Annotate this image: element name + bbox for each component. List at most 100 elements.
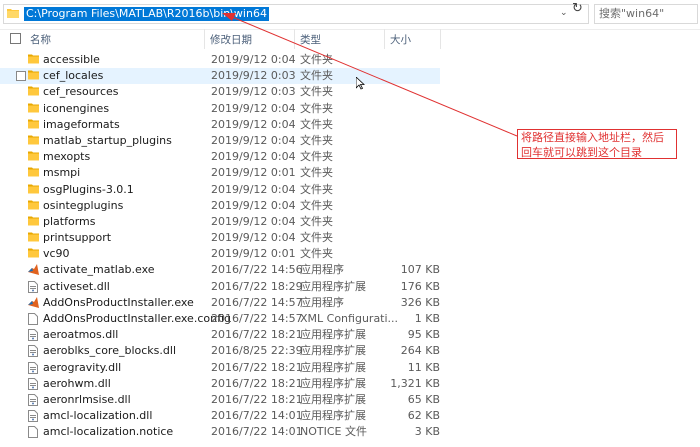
file-type: 文件夹 — [300, 85, 333, 99]
file-row[interactable]: vc90 2019/9/12 0:01 文件夹 — [0, 246, 700, 262]
folder-icon — [28, 200, 39, 212]
file-name[interactable]: amcl-localization.notice — [43, 425, 173, 439]
file-row[interactable]: amcl-localization.notice 2016/7/22 14:01 N… — [0, 424, 700, 440]
address-bar-area: C:\Program Files\MATLAB\R2016b\bin\win64… — [0, 0, 700, 30]
file-row[interactable]: platforms 2019/9/12 0:04 文件夹 — [0, 214, 700, 230]
file-row[interactable]: amcl-localization.dll 2016/7/22 14:01 应用程序… — [0, 408, 700, 424]
file-row[interactable]: AddOnsProductInstaller.exe 2016/7/22 14:5… — [0, 295, 700, 311]
column-divider[interactable] — [294, 29, 295, 49]
matlab-exe-icon — [28, 264, 39, 276]
file-size: 176 KB — [400, 279, 440, 293]
file-type: 文件夹 — [300, 101, 333, 115]
file-name[interactable]: osintegplugins — [43, 199, 123, 213]
file-name[interactable]: accessible — [43, 53, 100, 67]
column-divider[interactable] — [204, 29, 205, 49]
column-size[interactable]: 大小 — [390, 32, 411, 47]
file-name[interactable]: aeroblks_core_blocks.dll — [43, 344, 176, 358]
file-name[interactable]: AddOnsProductInstaller.exe.config — [43, 312, 231, 326]
file-date: 2016/7/22 18:21 — [211, 360, 303, 374]
file-type: 应用程序扩展 — [300, 376, 366, 390]
file-name[interactable]: imageformats — [43, 118, 120, 132]
folder-icon — [28, 70, 39, 82]
file-row[interactable]: aerogravity.dll 2016/7/22 18:21 应用程序扩展 11 K… — [0, 360, 700, 376]
file-row[interactable]: activate_matlab.exe 2016/7/22 14:56 应用程序 10… — [0, 262, 700, 278]
column-date[interactable]: 修改日期 — [210, 32, 252, 47]
file-name[interactable]: amcl-localization.dll — [43, 409, 152, 423]
file-size: 3 KB — [414, 425, 440, 439]
file-size: 62 KB — [407, 409, 440, 423]
file-row[interactable]: osgPlugins-3.0.1 2019/9/12 0:04 文件夹 — [0, 182, 700, 198]
file-size: 95 KB — [407, 328, 440, 342]
file-row[interactable]: aeronrlmsise.dll 2016/7/22 18:21 应用程序扩展 65 … — [0, 392, 700, 408]
file-name[interactable]: aerohwm.dll — [43, 377, 111, 391]
file-size: 11 KB — [407, 360, 440, 374]
file-row[interactable]: printsupport 2019/9/12 0:04 文件夹 — [0, 230, 700, 246]
file-row[interactable]: activeset.dll 2016/7/22 18:29 应用程序扩展 176 KB — [0, 279, 700, 295]
folder-icon — [28, 86, 39, 98]
folder-icon — [28, 248, 39, 260]
file-row[interactable]: osintegplugins 2019/9/12 0:04 文件夹 — [0, 198, 700, 214]
chevron-down-icon[interactable]: ⌄ — [560, 8, 568, 18]
file-date: 2019/9/12 0:04 — [211, 198, 296, 212]
file-name[interactable]: printsupport — [43, 231, 111, 245]
file-date: 2019/9/12 0:04 — [211, 214, 296, 228]
folder-icon — [28, 54, 39, 66]
row-checkbox[interactable] — [16, 71, 26, 82]
file-row[interactable]: AddOnsProductInstaller.exe.config 2016/7/… — [0, 311, 700, 327]
file-size: 326 KB — [400, 295, 440, 309]
column-divider[interactable] — [440, 29, 441, 49]
file-name[interactable]: matlab_startup_plugins — [43, 134, 172, 148]
file-size: 1 KB — [414, 312, 440, 325]
file-date: 2019/9/12 0:01 — [211, 247, 296, 261]
blank-file-icon — [28, 426, 39, 439]
file-row[interactable]: aeroblks_core_blocks.dll 2016/8/25 22:39 应… — [0, 343, 700, 359]
file-row[interactable]: iconengines 2019/9/12 0:04 文件夹 — [0, 101, 700, 117]
file-type: 应用程序 — [300, 263, 344, 277]
file-row[interactable]: accessible 2019/9/12 0:04 文件夹 — [0, 52, 700, 68]
file-name[interactable]: msmpi — [43, 166, 80, 180]
file-row[interactable]: msmpi 2019/9/12 0:01 文件夹 — [0, 165, 700, 181]
file-name[interactable]: iconengines — [43, 102, 109, 116]
file-name[interactable]: aeroatmos.dll — [43, 328, 118, 342]
file-type: 应用程序扩展 — [300, 409, 366, 423]
dll-file-icon — [28, 377, 39, 390]
column-divider[interactable] — [384, 29, 385, 49]
file-name[interactable]: activate_matlab.exe — [43, 263, 155, 277]
file-type: XML Configurati... — [300, 312, 399, 325]
file-name[interactable]: cef_locales — [43, 69, 103, 83]
file-name[interactable]: aerogravity.dll — [43, 361, 121, 375]
folder-icon — [28, 216, 39, 228]
search-input[interactable]: 搜索"win64" — [594, 4, 698, 24]
folder-icon — [28, 184, 39, 196]
search-placeholder: 搜索"win64" — [599, 7, 665, 20]
file-name[interactable]: AddOnsProductInstaller.exe — [43, 296, 194, 310]
folder-icon — [28, 103, 39, 115]
file-type: 应用程序扩展 — [300, 392, 366, 406]
file-name[interactable]: osgPlugins-3.0.1 — [43, 183, 134, 197]
address-bar[interactable]: C:\Program Files\MATLAB\R2016b\bin\win64… — [3, 4, 589, 24]
file-name[interactable]: activeset.dll — [43, 280, 110, 294]
file-date: 2016/7/22 14:01 — [211, 409, 303, 423]
select-all-checkbox[interactable] — [10, 33, 21, 44]
file-date: 2016/7/22 18:21 — [211, 392, 303, 406]
file-row[interactable]: cef_resources 2019/9/12 0:03 文件夹 — [0, 84, 700, 100]
dll-file-icon — [28, 329, 39, 342]
file-name[interactable]: platforms — [43, 215, 95, 229]
file-name[interactable]: cef_resources — [43, 85, 119, 99]
column-type[interactable]: 类型 — [300, 32, 321, 47]
file-row[interactable]: aeroatmos.dll 2016/7/22 18:21 应用程序扩展 95 KB — [0, 327, 700, 343]
file-date: 2016/7/22 18:21 — [211, 328, 303, 342]
file-row[interactable]: cef_locales 2019/9/12 0:03 文件夹 — [0, 68, 440, 85]
file-name[interactable]: mexopts — [43, 150, 90, 164]
file-name[interactable]: vc90 — [43, 247, 70, 261]
refresh-icon[interactable]: ↻ — [572, 1, 583, 16]
file-name[interactable]: aeronrlmsise.dll — [43, 393, 131, 407]
file-type: 文件夹 — [300, 231, 333, 245]
address-path-text[interactable]: C:\Program Files\MATLAB\R2016b\bin\win64 — [24, 7, 269, 21]
annotation-text: 将路径直接输入地址栏，然后回车就可以跳到这个目录 — [521, 131, 664, 159]
mouse-cursor-icon — [355, 76, 366, 93]
annotation-note: 将路径直接输入地址栏，然后回车就可以跳到这个目录 — [517, 129, 677, 159]
file-row[interactable]: aerohwm.dll 2016/7/22 18:21 应用程序扩展 1,321 KB — [0, 376, 700, 392]
file-type: 文件夹 — [300, 150, 333, 164]
column-name[interactable]: 名称 — [30, 32, 51, 47]
